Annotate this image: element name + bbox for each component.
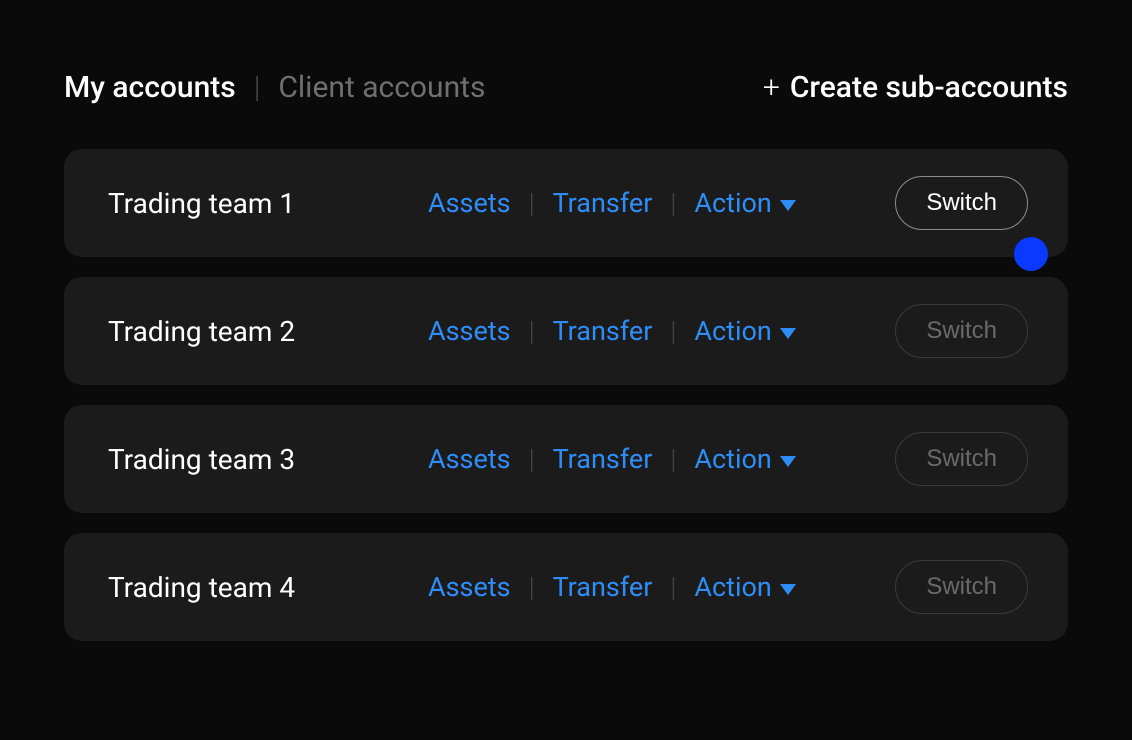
switch-button[interactable]: Switch (895, 560, 1028, 614)
assets-link[interactable]: Assets (428, 187, 511, 219)
action-dropdown[interactable]: Action (694, 571, 795, 603)
tab-separator: | (254, 70, 261, 105)
action-dropdown[interactable]: Action (694, 187, 795, 219)
action-label: Action (694, 315, 771, 347)
link-separator: | (529, 571, 535, 603)
account-row: Trading team 3 Assets | Transfer | Actio… (64, 405, 1068, 513)
account-row-links: Assets | Transfer | Action (428, 571, 796, 603)
action-dropdown[interactable]: Action (694, 443, 795, 475)
create-sub-accounts-label: Create sub-accounts (790, 70, 1068, 105)
switch-button[interactable]: Switch (895, 176, 1028, 230)
switch-button[interactable]: Switch (895, 304, 1028, 358)
transfer-link[interactable]: Transfer (553, 315, 653, 347)
active-indicator-dot (1014, 237, 1048, 271)
account-row: Trading team 2 Assets | Transfer | Actio… (64, 277, 1068, 385)
action-label: Action (694, 571, 771, 603)
switch-button[interactable]: Switch (895, 432, 1028, 486)
action-label: Action (694, 187, 771, 219)
transfer-link[interactable]: Transfer (553, 187, 653, 219)
account-row-links: Assets | Transfer | Action (428, 315, 796, 347)
link-separator: | (529, 443, 535, 475)
assets-link[interactable]: Assets (428, 443, 511, 475)
link-separator: | (670, 443, 676, 475)
account-name: Trading team 3 (108, 443, 428, 476)
account-name: Trading team 1 (108, 187, 428, 220)
chevron-down-icon (780, 584, 796, 595)
tab-client-accounts[interactable]: Client accounts (278, 70, 485, 105)
plus-icon: + (763, 73, 780, 103)
account-name: Trading team 2 (108, 315, 428, 348)
chevron-down-icon (780, 456, 796, 467)
account-row: Trading team 1 Assets | Transfer | Actio… (64, 149, 1068, 257)
transfer-link[interactable]: Transfer (553, 571, 653, 603)
account-row-links: Assets | Transfer | Action (428, 187, 796, 219)
link-separator: | (670, 187, 676, 219)
link-separator: | (529, 315, 535, 347)
account-row: Trading team 4 Assets | Transfer | Actio… (64, 533, 1068, 641)
chevron-down-icon (780, 328, 796, 339)
assets-link[interactable]: Assets (428, 315, 511, 347)
assets-link[interactable]: Assets (428, 571, 511, 603)
panel-header: My accounts | Client accounts + Create s… (64, 70, 1068, 105)
transfer-link[interactable]: Transfer (553, 443, 653, 475)
account-name: Trading team 4 (108, 571, 428, 604)
account-row-links: Assets | Transfer | Action (428, 443, 796, 475)
account-tabs: My accounts | Client accounts (64, 70, 485, 105)
chevron-down-icon (780, 200, 796, 211)
action-dropdown[interactable]: Action (694, 315, 795, 347)
create-sub-accounts-button[interactable]: + Create sub-accounts (763, 70, 1068, 105)
account-rows: Trading team 1 Assets | Transfer | Actio… (64, 149, 1068, 641)
link-separator: | (670, 315, 676, 347)
link-separator: | (670, 571, 676, 603)
tab-my-accounts[interactable]: My accounts (64, 70, 236, 105)
accounts-panel: My accounts | Client accounts + Create s… (0, 0, 1132, 740)
action-label: Action (694, 443, 771, 475)
link-separator: | (529, 187, 535, 219)
